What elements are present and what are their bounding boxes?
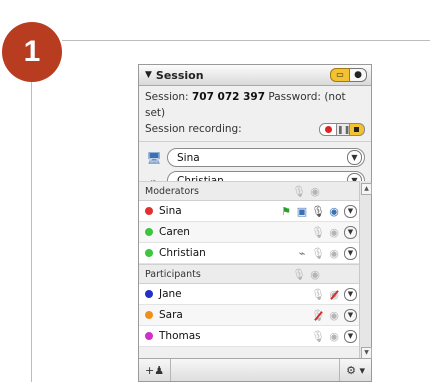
flag-icon: ⚑ <box>281 204 291 218</box>
list-item[interactable]: Caren 🎙 ◉ ▼ <box>139 222 361 243</box>
mic-icon[interactable]: 🎙 <box>310 330 326 343</box>
webcam-icon[interactable]: ◉ <box>326 330 342 343</box>
status-dot <box>145 311 153 319</box>
record-icon[interactable] <box>319 122 337 136</box>
webcam-icon: ◉ <box>310 184 320 198</box>
recording-label: Session recording: <box>145 123 242 135</box>
chevron-down-icon[interactable]: ▼ <box>344 204 357 218</box>
pause-icon[interactable]: ❚❚ <box>337 122 350 136</box>
group-header-participants: Participants 🎙 ◉ <box>139 264 361 284</box>
list-item[interactable]: Jane 🎙 ◉ ▼ <box>139 284 361 305</box>
attendee-name: Sara <box>159 309 183 321</box>
divider-vertical <box>31 82 32 382</box>
mic-off-icon[interactable]: 🎙 <box>310 309 326 322</box>
webcam-icon[interactable]: ◉ <box>326 226 342 239</box>
group-label: Participants <box>145 268 201 280</box>
presenter-row: 🖥 Sina ▼ <box>139 146 371 169</box>
webcam-icon[interactable]: ◉ <box>326 247 342 260</box>
mic-icon[interactable]: 🎙 <box>310 247 326 260</box>
divider-horizontal <box>62 40 430 41</box>
screen-share-icon: 🖥 <box>146 150 162 165</box>
status-dot <box>145 207 153 215</box>
presenter-select[interactable]: Sina ▼ <box>167 148 365 167</box>
webcam-icon[interactable]: ◉ <box>326 309 342 322</box>
screen-icon: ▣ <box>296 204 308 218</box>
mic-icon: 🎙 <box>292 184 306 198</box>
status-dot <box>145 228 153 236</box>
mic-icon[interactable]: 🎙 <box>310 205 326 218</box>
chevron-down-icon[interactable]: ▼ <box>344 308 357 322</box>
chevron-down-icon[interactable]: ▼ <box>344 287 357 301</box>
settings-gear-button[interactable]: ⚙ ▾ <box>339 359 371 381</box>
step-number: 1 <box>23 35 41 68</box>
options-circle-button[interactable]: ● <box>350 68 367 82</box>
chevron-down-icon[interactable]: ▼ <box>344 225 357 239</box>
status-dot <box>145 290 153 298</box>
chevron-down-icon[interactable]: ▼ <box>347 150 362 165</box>
mic-icon[interactable]: 🎙 <box>310 226 326 239</box>
session-id: 707 072 397 <box>191 91 266 103</box>
group-label: Moderators <box>145 185 200 197</box>
separator <box>139 141 371 142</box>
mouse-icon: ⌁ <box>298 246 306 260</box>
session-info-line: Session: 707 072 397 Password: (not set) <box>145 89 365 121</box>
list-item[interactable]: Sina ⚑ ▣ 🎙 ◉ ▼ <box>139 201 361 222</box>
mic-icon[interactable]: 🎙 <box>310 288 326 301</box>
attendee-name: Sina <box>159 205 182 217</box>
scroll-up-icon[interactable]: ▲ <box>361 183 372 195</box>
chevron-down-icon[interactable]: ▼ <box>344 246 357 260</box>
session-label: Session: <box>145 91 189 103</box>
status-dot <box>145 249 153 257</box>
chevron-down-icon[interactable]: ▼ <box>344 329 357 343</box>
session-titlebar[interactable]: ▼ Session ▭ ● <box>139 65 371 86</box>
step-badge: 1 <box>2 22 62 82</box>
webcam-icon: ◉ <box>310 267 320 281</box>
list-item[interactable]: Sara 🎙 ◉ ▼ <box>139 305 361 326</box>
group-header-moderators: Moderators 🎙 ◉ <box>139 181 361 201</box>
list-scrollbar[interactable]: ▲ ▼ <box>359 181 372 361</box>
session-title: Session <box>155 68 204 82</box>
collapse-triangle-icon[interactable]: ▼ <box>145 70 152 80</box>
webcam-icon[interactable]: ◉ <box>326 205 342 218</box>
attendee-name: Caren <box>159 226 190 238</box>
mic-icon: 🎙 <box>292 267 306 281</box>
window-mode-button[interactable]: ▭ <box>330 68 350 82</box>
webcam-off-icon[interactable]: ◉ <box>326 288 342 301</box>
stop-icon[interactable] <box>350 122 365 136</box>
attendee-list[interactable]: Moderators 🎙 ◉ Sina ⚑ ▣ 🎙 ◉ ▼ Caren 🎙 ◉ ▼ <box>139 181 361 361</box>
password-label: Password: <box>268 91 321 103</box>
attendee-name: Jane <box>159 288 182 300</box>
panel-bottombar: +♟ ⚙ ▾ <box>139 358 371 381</box>
presenter-value: Sina <box>177 151 200 164</box>
list-item[interactable]: Thomas 🎙 ◉ ▼ <box>139 326 361 347</box>
add-attendee-button[interactable]: +♟ <box>139 359 172 381</box>
list-item[interactable]: Christian ⌁ 🎙 ◉ ▼ <box>139 243 361 264</box>
attendee-name: Christian <box>159 247 206 259</box>
attendee-name: Thomas <box>159 330 201 342</box>
recording-control[interactable]: ❚❚ <box>319 122 365 136</box>
session-panel: ▼ Session ▭ ● Session: 707 072 397 Passw… <box>138 64 372 382</box>
status-dot <box>145 332 153 340</box>
